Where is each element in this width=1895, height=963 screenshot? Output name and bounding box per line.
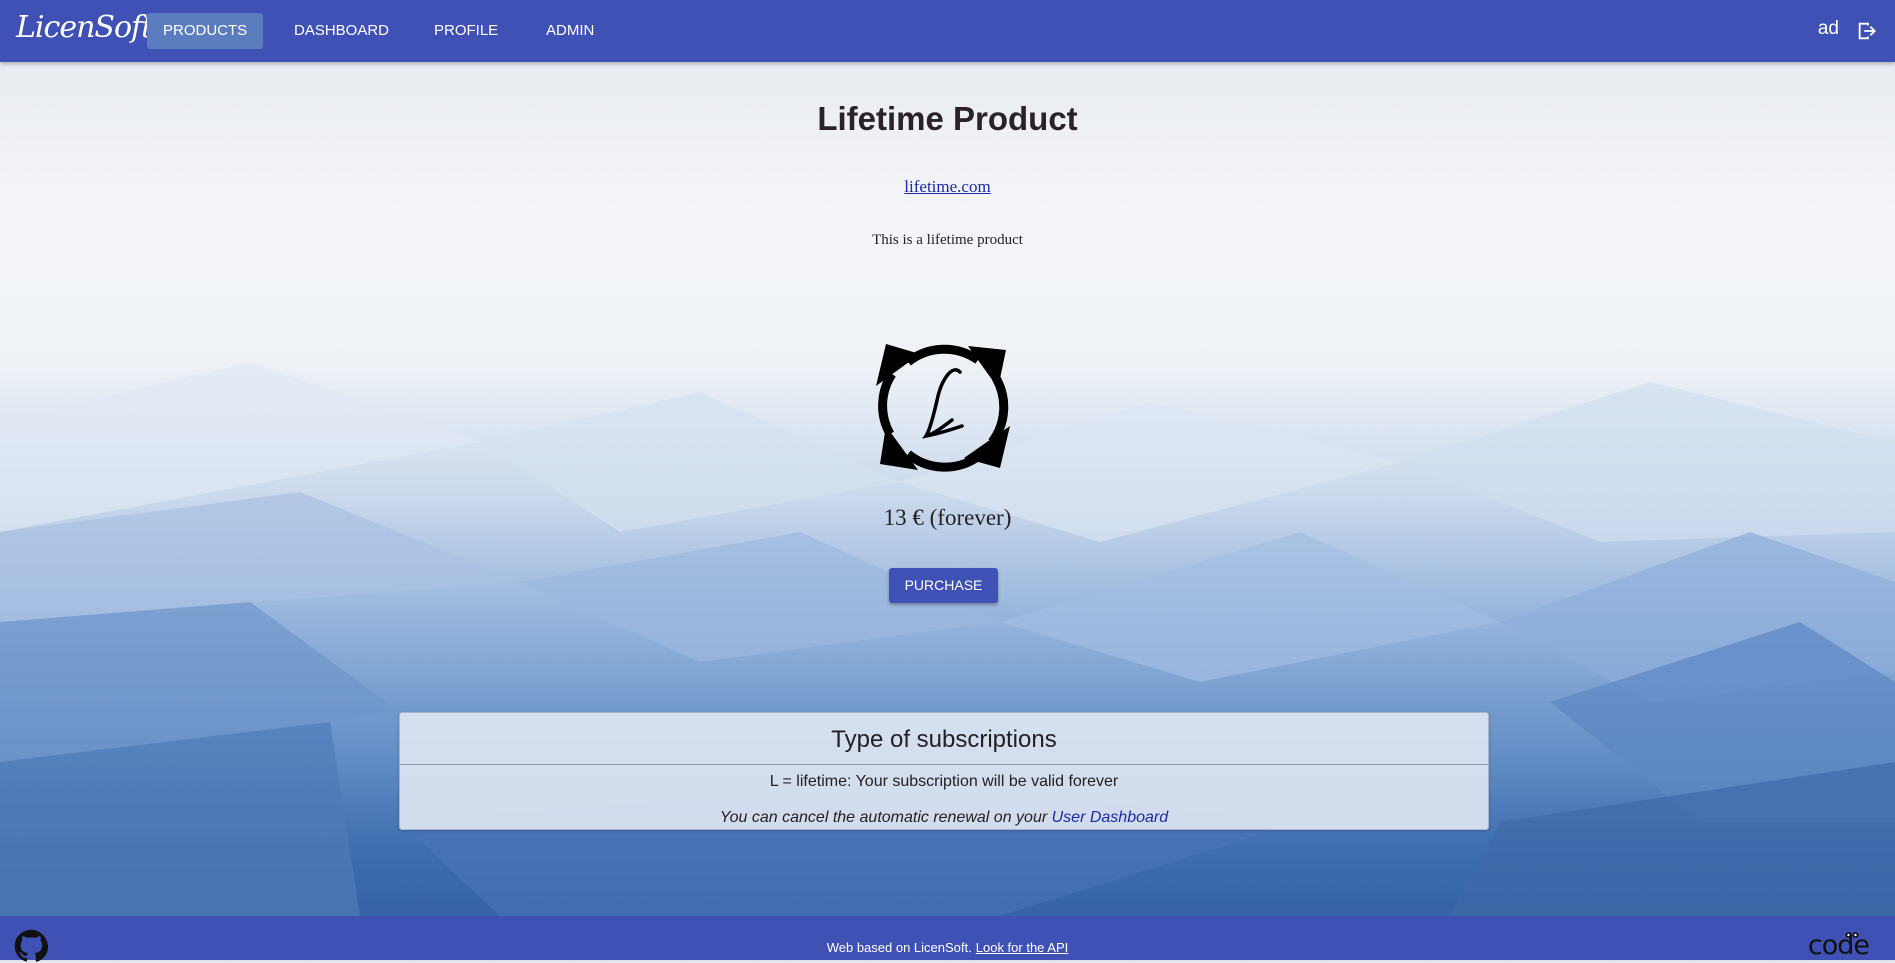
code-logo[interactable]: code bbox=[1808, 930, 1870, 961]
product-detail: Lifetime Product lifetime.com This is a … bbox=[0, 62, 1895, 916]
product-description: This is a lifetime product bbox=[872, 232, 1023, 248]
user-dashboard-link[interactable]: User Dashboard bbox=[1052, 809, 1169, 826]
footer-text: Web based on LicenSoft. Look for the API bbox=[0, 940, 1895, 955]
api-link[interactable]: Look for the API bbox=[976, 940, 1069, 955]
product-price: 13 € (forever) bbox=[883, 505, 1012, 530]
purchase-button[interactable]: PURCHASE bbox=[889, 568, 998, 603]
lifetime-explanation: L = lifetime: Your subscription will be … bbox=[769, 773, 1119, 790]
lifetime-renewal-icon bbox=[876, 344, 1010, 472]
product-url-link[interactable]: lifetime.com bbox=[0, 177, 1895, 197]
nav-item-profile[interactable]: PROFILE bbox=[418, 13, 514, 49]
footer: Web based on LicenSoft. Look for the API … bbox=[0, 916, 1895, 962]
logout-icon[interactable] bbox=[1856, 20, 1878, 42]
cancel-renewal-text: You can cancel the automatic renewal on … bbox=[719, 809, 1052, 826]
footer-credit: Web based on LicenSoft. bbox=[826, 940, 972, 955]
cancel-renewal-note: You can cancel the automatic renewal on … bbox=[400, 809, 1488, 827]
page-title: Lifetime Product bbox=[817, 100, 1078, 137]
user-label[interactable]: ad bbox=[1818, 18, 1839, 40]
nav-item-dashboard[interactable]: DASHBOARD bbox=[278, 13, 405, 49]
subscription-types-panel: Type of subscriptions L = lifetime: Your… bbox=[399, 712, 1489, 830]
brand-logo[interactable]: LicenSoft bbox=[16, 10, 153, 45]
nav-item-products[interactable]: PRODUCTS bbox=[147, 13, 264, 49]
panel-title: Type of subscriptions bbox=[400, 713, 1488, 765]
nav-item-admin[interactable]: ADMIN bbox=[530, 13, 610, 49]
top-app-bar: LicenSoft PRODUCTS DASHBOARD PROFILE ADM… bbox=[0, 0, 1895, 62]
